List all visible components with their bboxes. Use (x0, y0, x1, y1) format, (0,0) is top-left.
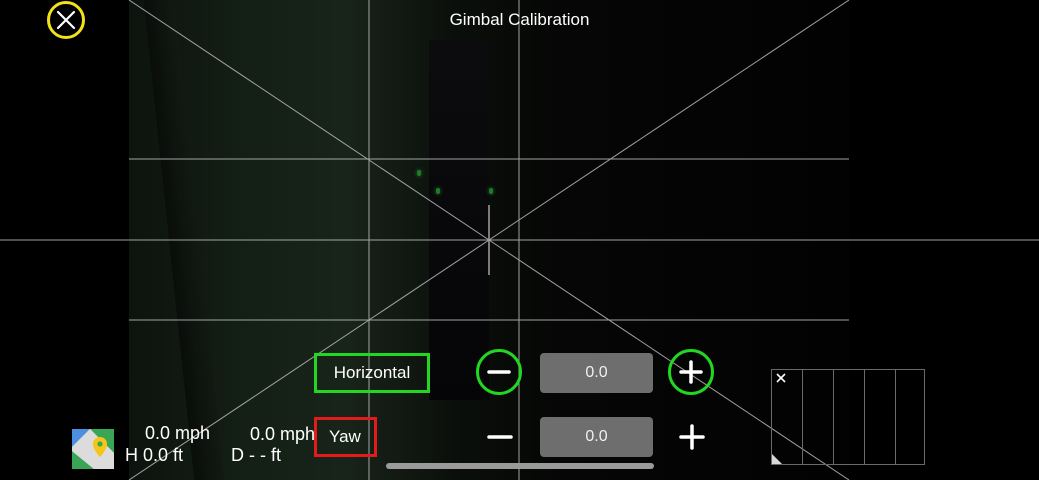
horizontal-value-field[interactable]: 0.0 (540, 353, 653, 393)
minus-icon (487, 370, 511, 374)
map-icon (72, 429, 114, 469)
yaw-value-field[interactable]: 0.0 (540, 417, 653, 457)
home-indicator[interactable] (386, 463, 654, 469)
minus-icon (487, 435, 513, 439)
horizontal-value-text: 0.0 (585, 364, 608, 381)
resize-handle-icon[interactable] (772, 454, 782, 464)
yaw-axis-label[interactable]: Yaw (314, 417, 377, 457)
horizontal-mode-label[interactable]: Horizontal (314, 353, 430, 393)
page-title: Gimbal Calibration (449, 10, 590, 29)
horizontal-decrease-button[interactable] (476, 349, 522, 395)
height-readout: H 0.0 ft (125, 445, 184, 465)
panel-divider (802, 370, 803, 464)
close-icon[interactable] (774, 371, 788, 385)
yaw-increase-button[interactable] (672, 417, 712, 457)
panel-divider (895, 370, 896, 464)
yaw-axis-text: Yaw (329, 427, 361, 446)
distance-readout: D - - ft (231, 445, 281, 465)
yaw-decrease-button[interactable] (480, 417, 520, 457)
horizontal-speed-readout: 0.0 mph (145, 423, 211, 443)
plus-icon (679, 360, 703, 384)
map-button[interactable] (72, 429, 114, 469)
panel-divider (864, 370, 865, 464)
vertical-speed-readout: 0.0 mph (250, 424, 316, 444)
panel-divider (833, 370, 834, 464)
horizontal-increase-button[interactable] (668, 349, 714, 395)
plus-icon (679, 424, 705, 450)
mini-preview-panel[interactable] (771, 369, 925, 465)
horizontal-mode-text: Horizontal (333, 363, 411, 382)
close-button[interactable] (47, 1, 85, 39)
yaw-value-text: 0.0 (585, 428, 608, 445)
close-icon (56, 10, 76, 30)
